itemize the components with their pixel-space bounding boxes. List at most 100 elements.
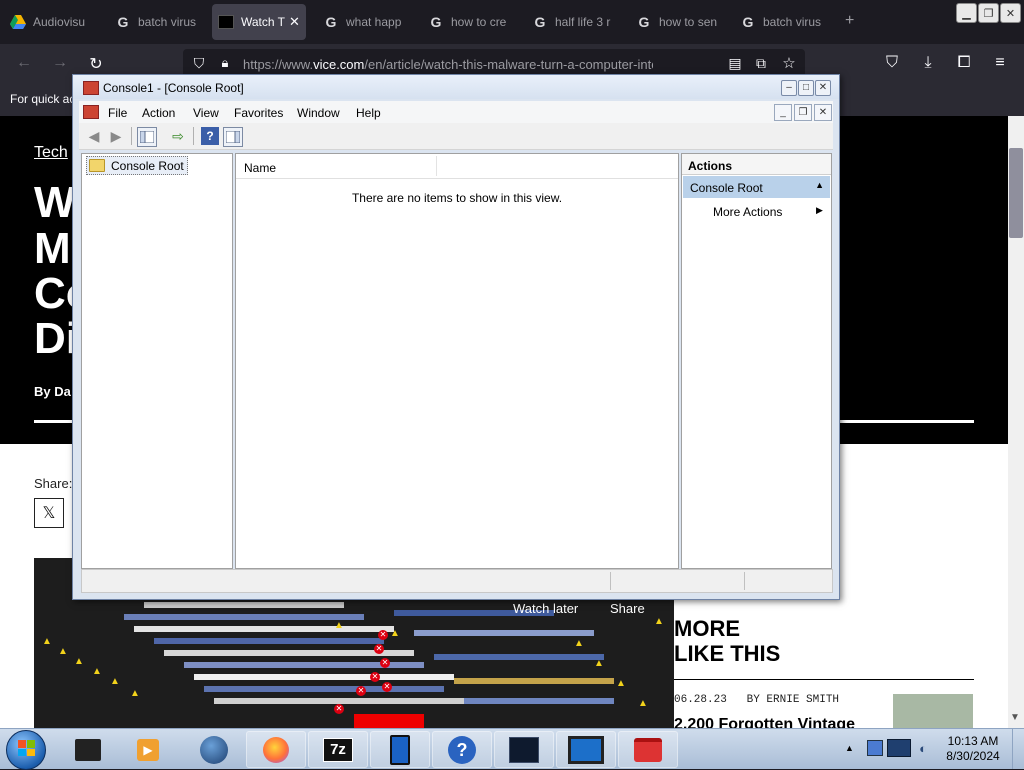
child-restore-button[interactable]: ❐: [794, 104, 812, 121]
video-frame-bar: [214, 698, 474, 704]
mmc-title-bar[interactable]: Console1 - [Console Root] – □ ✕: [73, 75, 839, 99]
taskbar-app-firefox[interactable]: [246, 731, 306, 768]
menu-favorites[interactable]: Favorites: [234, 106, 283, 120]
tab-how-to-cre[interactable]: G how to cre: [428, 4, 513, 40]
console-tree-pane[interactable]: Console Root: [81, 153, 233, 569]
mmc-maximize-button[interactable]: □: [798, 80, 814, 96]
post-title-link[interactable]: 2,200 Forgotten Vintage: [674, 716, 855, 728]
network-icon[interactable]: [886, 739, 912, 757]
google-icon: G: [430, 14, 442, 30]
actions-section-console-root[interactable]: Console Root ▲: [683, 176, 830, 198]
error-icon: ✕: [382, 682, 392, 692]
menu-action[interactable]: Action: [142, 106, 175, 120]
show-desktop-button[interactable]: [1012, 729, 1024, 769]
extensions-icon[interactable]: ⧠: [954, 54, 974, 72]
post-thumbnail[interactable]: [893, 694, 973, 728]
section-link[interactable]: Tech: [34, 144, 68, 162]
export-list-icon[interactable]: ⇨: [169, 127, 187, 145]
mmc-minimize-button[interactable]: –: [781, 80, 797, 96]
watch-later-button[interactable]: Watch later: [513, 601, 578, 616]
google-icon: G: [534, 14, 546, 30]
menu-window[interactable]: Window: [297, 106, 340, 120]
document-icon[interactable]: [83, 105, 99, 119]
remote-desktop-icon: [568, 735, 604, 764]
lock-icon[interactable]: 🔒︎: [215, 55, 235, 71]
child-close-button[interactable]: ✕: [814, 104, 832, 121]
actions-pane[interactable]: Actions Console Root ▲ More Actions ▶: [681, 153, 832, 569]
taskbar-app-help[interactable]: ?: [432, 731, 492, 768]
start-button[interactable]: [6, 730, 46, 770]
reader-view-icon[interactable]: ▤: [725, 55, 745, 72]
video-frame-bar: [194, 674, 454, 680]
column-divider[interactable]: [436, 156, 437, 176]
downloads-icon[interactable]: ⤓: [918, 54, 938, 72]
back-arrow-icon[interactable]: ◀: [85, 127, 103, 145]
vice-icon: [218, 14, 234, 30]
bookmark-star-icon[interactable]: ☆: [779, 54, 799, 72]
menu-help[interactable]: Help: [356, 106, 381, 120]
action-center-icon[interactable]: [866, 739, 884, 757]
more-actions-item[interactable]: More Actions: [713, 205, 782, 219]
child-minimize-button[interactable]: _: [774, 104, 792, 121]
tab-half-life[interactable]: G half life 3 r: [532, 4, 617, 40]
forward-arrow-icon[interactable]: ▶: [107, 127, 125, 145]
reload-icon[interactable]: ↻: [86, 54, 106, 74]
mmc-console-window[interactable]: Console1 - [Console Root] – □ ✕ File Act…: [72, 74, 840, 600]
minimize-button[interactable]: ▁: [956, 3, 977, 23]
video-share-button[interactable]: Share: [610, 601, 645, 616]
help-icon[interactable]: ?: [201, 127, 219, 145]
tab-what-happ[interactable]: G what happ: [323, 4, 408, 40]
show-hide-action-pane-icon[interactable]: [223, 127, 243, 147]
close-tab-icon[interactable]: ✕: [289, 14, 300, 30]
warning-icon: ▲: [130, 688, 140, 699]
system-clock[interactable]: 10:13 AM 8/30/2024: [944, 734, 1002, 764]
tab-watch-this[interactable]: Watch Th ✕: [212, 4, 306, 40]
toolbox-icon: [634, 737, 662, 762]
taskbar-app-performance-monitor[interactable]: [494, 731, 554, 768]
back-arrow-icon[interactable]: ←: [14, 54, 34, 72]
close-window-button[interactable]: ✕: [1000, 3, 1021, 23]
warning-icon: ▲: [574, 638, 584, 649]
tab-how-to-sen[interactable]: G how to sen: [636, 4, 721, 40]
taskbar-app-toolbox[interactable]: [618, 731, 678, 768]
scroll-down-arrow-icon[interactable]: ▼: [1010, 712, 1020, 723]
forward-arrow-icon[interactable]: →: [50, 54, 70, 72]
scrollbar-thumb[interactable]: [1009, 148, 1023, 238]
new-tab-icon[interactable]: +: [845, 12, 854, 30]
volume-icon[interactable]: ◐: [914, 739, 932, 757]
tab-batch-virus-2[interactable]: G batch virus: [740, 4, 825, 40]
taskbar-app-globe[interactable]: [184, 731, 244, 768]
x-icon: 𝕏: [42, 505, 56, 522]
taskbar-app-remote-desktop[interactable]: [556, 731, 616, 768]
menu-view[interactable]: View: [193, 106, 219, 120]
tree-item-console-root[interactable]: Console Root: [86, 156, 188, 175]
google-icon: G: [117, 14, 129, 30]
taskbar: ▶ 7z ? ▲ ◐ 10:13 AM 8/30/2024: [0, 728, 1024, 770]
menu-icon[interactable]: ≡: [990, 54, 1010, 72]
video-frame-bar: [354, 714, 424, 728]
show-hidden-icons-icon[interactable]: ▲: [845, 743, 854, 753]
url-text[interactable]: https://www.vice.com/en/article/watch-th…: [243, 57, 653, 72]
column-header-name[interactable]: Name: [244, 161, 276, 175]
restore-button[interactable]: ❐: [978, 3, 999, 23]
share-x-button[interactable]: 𝕏: [34, 498, 64, 528]
taskbar-app-tablet[interactable]: [370, 731, 430, 768]
submenu-arrow-icon: ▶: [816, 205, 823, 215]
pocket-icon[interactable]: ⛉: [882, 54, 902, 72]
results-pane[interactable]: Name There are no items to show in this …: [235, 153, 679, 569]
taskbar-app-media-player[interactable]: ▶: [118, 731, 178, 768]
video-frame-bar: [124, 614, 364, 620]
tab-audiovisual[interactable]: Audiovisu: [10, 4, 95, 40]
taskbar-app-desktop[interactable]: [58, 731, 118, 768]
error-icon: ✕: [378, 630, 388, 640]
menu-file[interactable]: File: [108, 106, 127, 120]
status-divider: [744, 572, 745, 590]
error-icon: ✕: [356, 686, 366, 696]
collapse-arrow-icon[interactable]: ▲: [815, 180, 824, 190]
show-hide-tree-icon[interactable]: [137, 127, 157, 147]
tab-batch-virus[interactable]: G batch virus: [115, 4, 200, 40]
shield-icon[interactable]: ⛉: [189, 55, 209, 72]
mmc-close-button[interactable]: ✕: [815, 80, 831, 96]
taskbar-app-7zip[interactable]: 7z: [308, 731, 368, 768]
picture-in-picture-icon[interactable]: ⧉: [751, 55, 771, 72]
